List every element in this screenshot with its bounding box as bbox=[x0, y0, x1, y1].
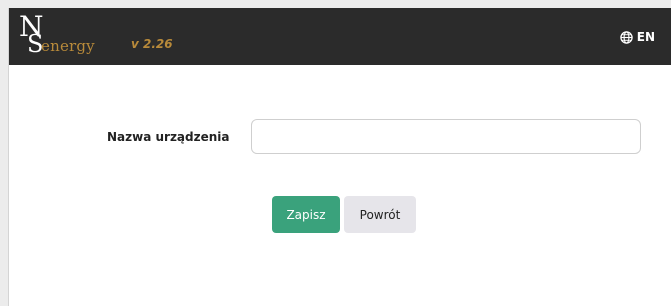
version-label: v 2.26 bbox=[131, 37, 173, 51]
device-name-input[interactable] bbox=[251, 119, 641, 154]
language-switcher[interactable]: EN bbox=[620, 30, 655, 44]
language-label: EN bbox=[636, 30, 655, 44]
page-frame: N S energy v 2.26 EN Nazwa urządzenia Za… bbox=[8, 8, 671, 306]
back-button[interactable]: Powrót bbox=[344, 196, 416, 233]
save-button[interactable]: Zapisz bbox=[272, 196, 340, 233]
device-name-label: Nazwa urządzenia bbox=[107, 130, 230, 144]
brand-name: energy bbox=[41, 37, 95, 55]
top-bar: N S energy v 2.26 EN bbox=[9, 8, 671, 65]
globe-icon bbox=[620, 30, 633, 44]
logo[interactable]: N S energy bbox=[17, 10, 127, 62]
